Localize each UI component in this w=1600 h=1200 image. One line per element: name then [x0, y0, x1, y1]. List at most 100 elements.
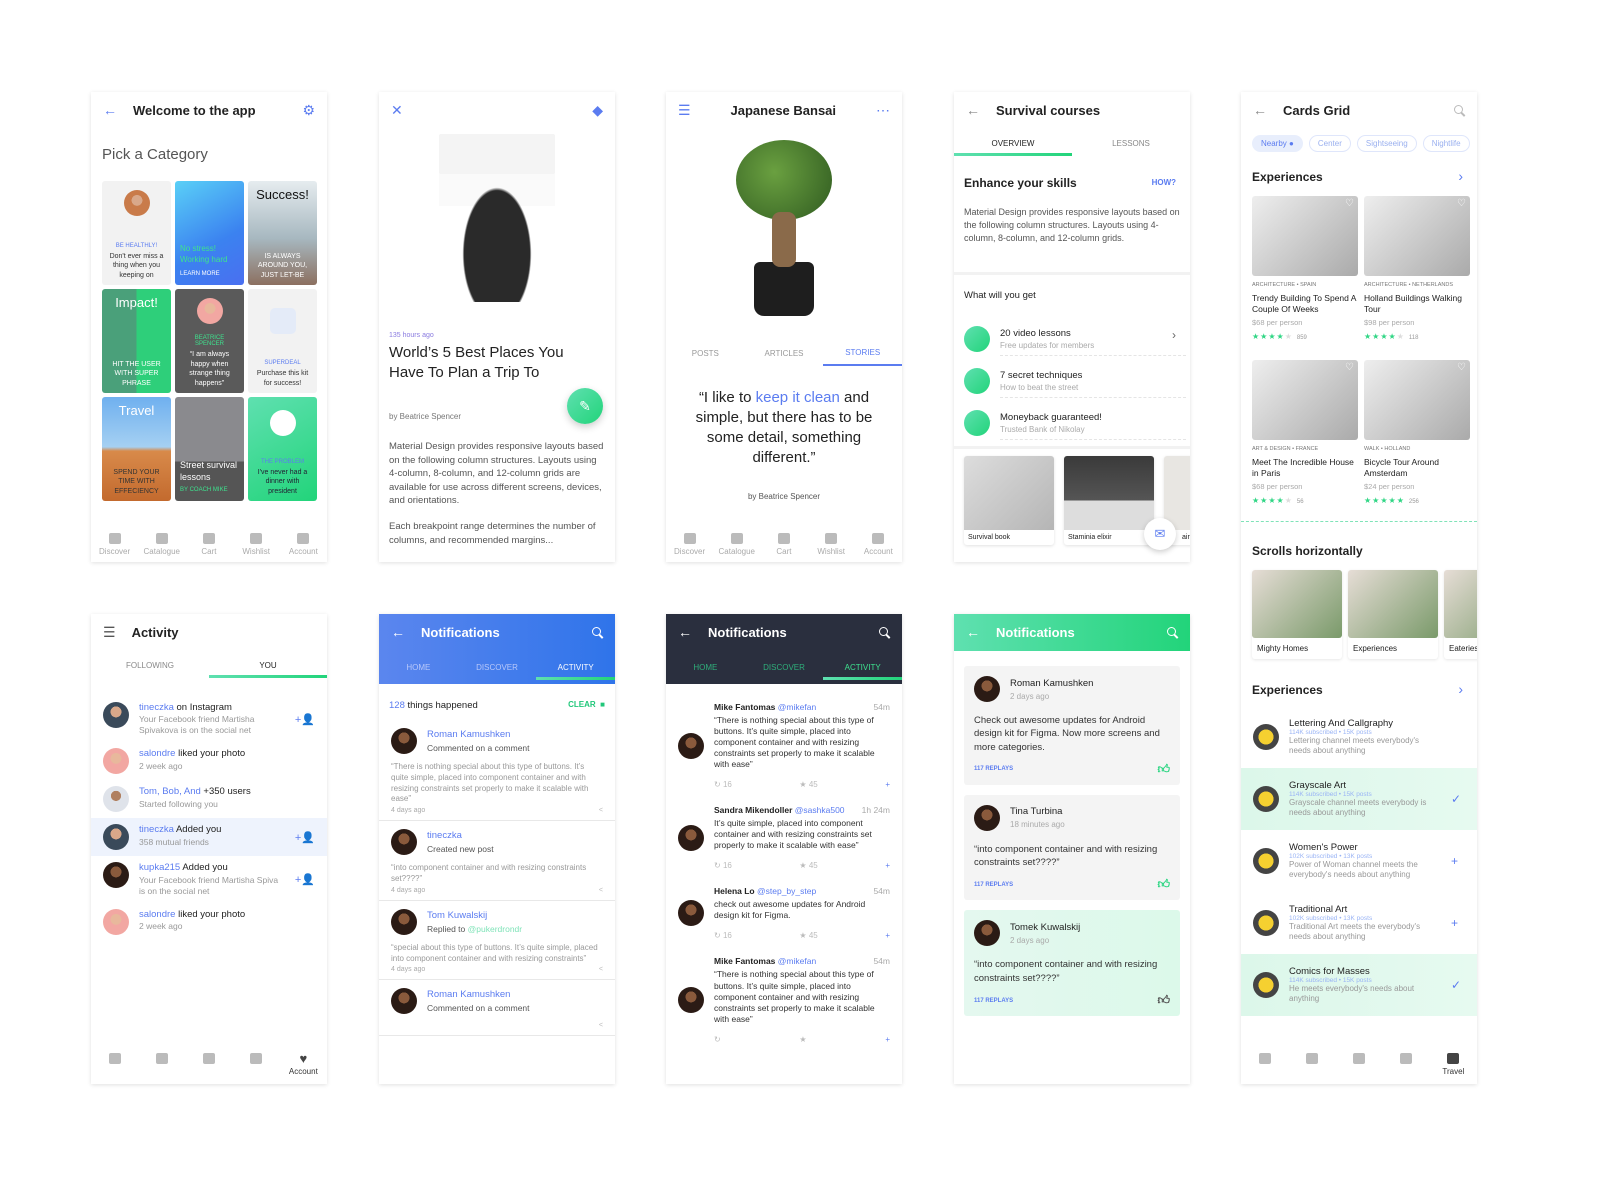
mail-fab[interactable]: ✉	[1144, 518, 1176, 550]
channel-item[interactable]: Grayscale Art 114K subscribed • 15K post…	[1241, 768, 1477, 830]
horizontal-card[interactable]: Mighty Homes	[1252, 570, 1342, 659]
user-handle[interactable]: @mikefan	[778, 702, 816, 712]
menu-icon[interactable]: ☰	[103, 625, 116, 639]
share-icon[interactable]: <	[599, 1022, 603, 1029]
tab-lessons[interactable]: LESSONS	[1072, 130, 1190, 156]
nav-item-travel[interactable]: Travel	[1431, 1053, 1475, 1076]
menu-icon[interactable]: ☰	[678, 103, 691, 117]
gear-icon[interactable]: ⚙	[302, 103, 315, 117]
activity-item[interactable]: kupka215 Added you Your Facebook friend …	[91, 856, 327, 902]
category-tile[interactable]: LEARN MORE No stress! Working hard	[175, 181, 244, 285]
tag-icon[interactable]: ◆	[592, 103, 603, 117]
user-name[interactable]: Tom Kuwalskij	[427, 910, 522, 921]
edit-fab[interactable]: ✎	[567, 388, 603, 424]
notification-card[interactable]: Tomek Kuwalskij 2 days ago “into componen…	[964, 910, 1180, 1017]
channel-item[interactable]: Comics for Masses 114K subscribed • 15K …	[1241, 954, 1477, 1016]
tab-stories[interactable]: STORIES	[823, 340, 902, 366]
channel-action-icon[interactable]: ✓	[1451, 978, 1465, 992]
user-name[interactable]: Roman Kamushken	[427, 989, 530, 1000]
back-arrow-icon[interactable]: ←	[391, 625, 405, 639]
user-link[interactable]: Tom, Bob, And	[139, 786, 201, 797]
nav-item[interactable]	[93, 1053, 137, 1076]
thumbs-up-icon[interactable]: 👍︎	[1157, 877, 1170, 892]
notification-item[interactable]: Roman Kamushken Commented on a comment “T…	[379, 720, 615, 822]
add-user-icon[interactable]: +👤	[295, 713, 315, 726]
tab-activity[interactable]: ACTIVITY	[536, 654, 615, 680]
benefit-item[interactable]: Moneyback guaranteed! Trusted Bank of Ni…	[964, 402, 1186, 444]
experience-card[interactable]: ♡ WALK • HOLLAND Bicycle Tour Around Ams…	[1364, 360, 1470, 516]
chevron-right-icon[interactable]: ›	[1458, 681, 1463, 697]
activity-item[interactable]: tineczka Added you 358 mutual friends +👤	[91, 818, 327, 857]
notification-card[interactable]: Tina Turbina 18 minutes ago “into compone…	[964, 794, 1180, 901]
star-button[interactable]: ★ 45	[799, 931, 817, 940]
user-link[interactable]: kupka215	[139, 862, 180, 873]
user-name[interactable]: tineczka	[427, 830, 494, 841]
replies-link[interactable]: 117 REPLAYS	[974, 998, 1013, 1004]
star-button[interactable]: ★ 45	[799, 780, 817, 789]
heart-icon[interactable]: ♡	[1457, 362, 1466, 373]
horizontal-card[interactable]: Experiences	[1348, 570, 1438, 659]
chip-nightlife[interactable]: Nightlife	[1422, 135, 1470, 152]
nav-item[interactable]	[187, 1053, 231, 1076]
user-link[interactable]: tineczka	[139, 702, 174, 713]
notification-item[interactable]: Tom Kuwalskij Replied to @pukerdrondr “sp…	[379, 901, 615, 981]
user-name[interactable]: Roman Kamushken	[427, 729, 530, 740]
search-icon[interactable]	[879, 626, 890, 638]
search-icon[interactable]	[1167, 626, 1178, 638]
channel-action-icon[interactable]: ✓	[1451, 792, 1465, 806]
share-icon[interactable]: <	[599, 887, 603, 894]
follow-icon[interactable]: +	[885, 1035, 890, 1044]
horizontal-card[interactable]: Eateries	[1444, 570, 1477, 659]
chip-center[interactable]: Center	[1308, 135, 1351, 152]
notification-card[interactable]: Roman Kamushken 2 days ago Check out awes…	[964, 666, 1180, 785]
star-button[interactable]: ★ 45	[799, 861, 817, 870]
benefit-item[interactable]: 7 secret techniques How to beat the stre…	[964, 360, 1186, 402]
feed-item[interactable]: Mike Fantomas @mikefan 54m “There is noth…	[666, 948, 902, 1051]
tab-you[interactable]: YOU	[209, 652, 327, 678]
user-link[interactable]: salondre	[139, 748, 175, 759]
back-arrow-icon[interactable]: ←	[966, 625, 980, 639]
tab-home[interactable]: HOME	[666, 654, 745, 680]
close-icon[interactable]: ✕	[391, 103, 403, 117]
nav-item[interactable]: Cart	[187, 533, 231, 556]
tab-posts[interactable]: POSTS	[666, 340, 745, 366]
category-tile[interactable]: Impact! HIT THE USER WITH SUPER PHRASE	[102, 289, 171, 393]
category-tile[interactable]: Travel SPEND YOUR TIME WITH EFFECIENCY	[102, 397, 171, 501]
clear-button[interactable]: CLEAR ■	[568, 700, 605, 709]
how-link[interactable]: HOW?	[1152, 178, 1176, 187]
nav-item[interactable]: Catalogue	[140, 533, 184, 556]
nav-item[interactable]: Account	[281, 533, 325, 556]
heart-icon[interactable]: ♡	[1457, 198, 1466, 209]
heart-icon[interactable]: ♡	[1345, 362, 1354, 373]
thumbs-up-icon[interactable]: 👍︎	[1157, 762, 1170, 777]
search-icon[interactable]	[1454, 104, 1465, 116]
channel-action-icon[interactable]: +	[1451, 916, 1465, 930]
share-icon[interactable]: <	[599, 966, 603, 973]
chip-nearby[interactable]: Nearby ●	[1252, 135, 1303, 152]
more-icon[interactable]: ⋯	[876, 103, 890, 117]
nav-item[interactable]	[1243, 1053, 1287, 1076]
nav-item[interactable]	[234, 1053, 278, 1076]
category-tile[interactable]: THE PROBLEM I've never had a dinner with…	[248, 397, 317, 501]
nav-item[interactable]: Cart	[762, 533, 806, 556]
back-arrow-icon[interactable]: ←	[1253, 103, 1267, 117]
product-card[interactable]: Staminia elixir	[1064, 456, 1154, 545]
repost-button[interactable]: ↻ 16	[714, 931, 732, 940]
nav-item[interactable]: Discover	[93, 533, 137, 556]
category-tile[interactable]: BEATRICE SPENCER “I am always happy when…	[175, 289, 244, 393]
add-user-icon[interactable]: +👤	[295, 873, 315, 886]
replies-link[interactable]: 117 REPLAYS	[974, 882, 1013, 888]
user-link[interactable]: tineczka	[139, 824, 174, 835]
chip-sightseeing[interactable]: Sightseeing	[1356, 135, 1417, 152]
heart-icon[interactable]: ♡	[1345, 198, 1354, 209]
star-button[interactable]: ★	[799, 1035, 806, 1044]
nav-item-account[interactable]: ♥ Account	[281, 1052, 325, 1076]
follow-icon[interactable]: +	[885, 931, 890, 940]
channel-item[interactable]: Lettering And Callgraphy 114K subscribed…	[1241, 706, 1477, 768]
replies-link[interactable]: 117 REPLAYS	[974, 766, 1013, 772]
tab-following[interactable]: FOLLOWING	[91, 652, 209, 678]
follow-icon[interactable]: +	[885, 780, 890, 789]
add-user-icon[interactable]: +👤	[295, 831, 315, 844]
nav-item[interactable]	[1384, 1053, 1428, 1076]
activity-item[interactable]: salondre liked your photo 2 week ago	[91, 903, 327, 941]
